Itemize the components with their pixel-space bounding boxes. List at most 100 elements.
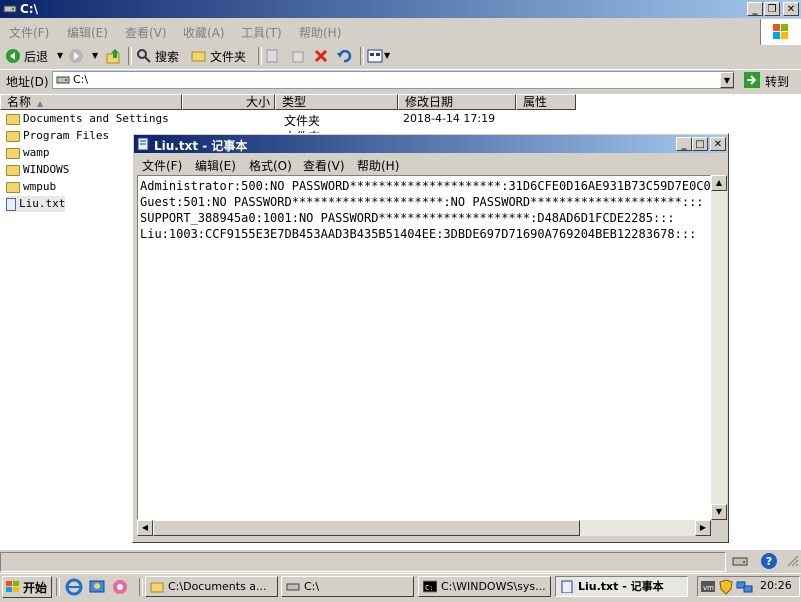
notepad-icon — [561, 580, 573, 593]
resize-grip-icon[interactable] — [785, 552, 799, 570]
file-name: WINDOWS — [23, 163, 70, 176]
copy-to-icon[interactable] — [289, 48, 305, 64]
status-bar: ? — [0, 549, 801, 574]
folder-icon — [6, 181, 20, 193]
windows-flag-icon — [773, 24, 788, 39]
file-name: Program Files — [23, 129, 110, 142]
notepad-text-area[interactable]: Administrator:500:NO PASSWORD***********… — [137, 175, 711, 520]
scroll-thumb[interactable] — [153, 520, 580, 536]
folder-icon — [6, 113, 20, 125]
explorer-title: C:\ — [20, 2, 38, 16]
notepad-icon — [137, 137, 149, 151]
address-input[interactable]: C:\ — [52, 71, 734, 89]
notepad-title-bar[interactable]: Liu.txt - 记事本 _ □ ✕ — [134, 135, 727, 153]
task-label: C:\WINDOWS\sys... — [441, 580, 546, 593]
notepad-horizontal-scrollbar[interactable]: ◀ ▶ — [137, 520, 711, 536]
scroll-up-icon[interactable]: ▲ — [711, 175, 727, 191]
forward-icon[interactable] — [68, 48, 84, 64]
notepad-minimize-button[interactable]: _ — [676, 137, 692, 151]
taskbar-item-notepad[interactable]: Liu.txt - 记事本 — [555, 576, 688, 597]
svg-text:vm: vm — [703, 584, 714, 592]
column-type-label: 类型 — [282, 95, 307, 109]
vmware-icon[interactable]: vm — [700, 579, 716, 595]
menu-file[interactable]: 文件(F) — [9, 24, 49, 41]
address-label: 地址(D) — [6, 75, 49, 89]
column-name[interactable]: 名称 ▲ — [0, 94, 182, 110]
list-item[interactable]: Documents and Settings — [6, 111, 169, 127]
text-line: Liu:1003:CCF9155E3E7DB453AAD3B435B51404E… — [140, 227, 697, 241]
undo-icon[interactable] — [336, 48, 352, 64]
svg-text:C:: C: — [425, 584, 433, 592]
explorer-title-bar[interactable]: C:\ _ ❐ ✕ — [0, 0, 801, 18]
forward-dropdown-icon[interactable]: ▼ — [92, 51, 98, 60]
close-button[interactable]: ✕ — [783, 2, 799, 16]
drive-icon — [3, 5, 17, 13]
views-icon[interactable] — [367, 48, 383, 64]
list-item[interactable]: WINDOWS — [6, 162, 69, 178]
notepad-menu-help[interactable]: 帮助(H) — [357, 157, 399, 174]
list-item[interactable]: wamp — [6, 145, 50, 161]
network-icon[interactable] — [736, 579, 754, 595]
go-label: 转到 — [765, 75, 790, 89]
menu-help[interactable]: 帮助(H) — [299, 24, 341, 41]
scroll-right-icon[interactable]: ▶ — [695, 520, 711, 536]
notepad-menu-edit[interactable]: 编辑(E) — [195, 157, 236, 174]
taskbar-item-cmd[interactable]: C: C:\WINDOWS\sys... — [418, 576, 551, 597]
notepad-menu-file[interactable]: 文件(F) — [142, 157, 182, 174]
security-shield-icon[interactable] — [718, 579, 734, 595]
drive-icon — [286, 583, 300, 591]
help-icon[interactable]: ? — [760, 552, 778, 570]
column-modified[interactable]: 修改日期 — [398, 94, 516, 110]
scroll-down-icon[interactable]: ▼ — [711, 504, 727, 520]
system-tray: vm 20:26 — [697, 576, 800, 597]
notepad-vertical-scrollbar[interactable]: ▲ ▼ — [711, 175, 727, 520]
ie-icon[interactable] — [65, 578, 83, 596]
start-button[interactable]: 开始 — [2, 576, 52, 598]
taskbar-item-c-drive[interactable]: C:\ — [281, 576, 414, 597]
views-dropdown-icon[interactable]: ▼ — [384, 51, 390, 60]
text-line: Guest:501:NO PASSWORD*******************… — [140, 195, 704, 209]
clock: 20:26 — [760, 579, 792, 592]
task-label: C:\Documents a... — [168, 580, 267, 593]
column-type[interactable]: 类型 — [275, 94, 398, 110]
folders-button[interactable]: 文件夹 — [210, 48, 246, 65]
minimize-button[interactable]: _ — [747, 2, 763, 16]
column-size[interactable]: 大小 — [182, 94, 275, 110]
menu-favorites[interactable]: 收藏(A) — [183, 24, 225, 41]
address-dropdown-button[interactable]: ▼ — [720, 72, 734, 88]
back-dropdown-icon[interactable]: ▼ — [57, 51, 63, 60]
list-item[interactable]: wmpub — [6, 179, 56, 195]
notepad-menu-bar: 文件(F) 编辑(E) 格式(O) 查看(V) 帮助(H) — [134, 155, 727, 173]
notepad-menu-view[interactable]: 查看(V) — [303, 157, 345, 174]
go-button[interactable]: 转到 — [741, 71, 795, 89]
task-label: Liu.txt - 记事本 — [578, 580, 664, 593]
text-file-icon — [6, 197, 16, 211]
notepad-menu-format[interactable]: 格式(O) — [249, 157, 292, 174]
up-folder-icon[interactable] — [106, 48, 122, 64]
list-item[interactable]: Program Files — [6, 128, 109, 144]
media-player-icon[interactable] — [111, 578, 129, 596]
column-attributes[interactable]: 属性 — [516, 94, 576, 110]
file-name: Documents and Settings — [23, 112, 169, 125]
move-to-icon[interactable] — [265, 48, 281, 64]
list-item[interactable]: Liu.txt — [6, 196, 66, 212]
search-button[interactable]: 搜索 — [155, 48, 179, 65]
cmd-icon: C: — [423, 580, 437, 593]
menu-view[interactable]: 查看(V) — [125, 24, 167, 41]
file-name: wmpub — [23, 180, 57, 193]
delete-icon[interactable] — [313, 48, 329, 64]
drive-icon — [732, 557, 748, 566]
folder-icon — [150, 582, 164, 593]
notepad-close-button[interactable]: ✕ — [710, 137, 726, 151]
restore-button[interactable]: ❐ — [764, 2, 780, 16]
notepad-maximize-button[interactable]: □ — [692, 137, 708, 151]
show-desktop-icon[interactable] — [88, 578, 106, 596]
task-label: C:\ — [304, 580, 320, 593]
folder-icon — [6, 147, 20, 159]
taskbar-item-documents[interactable]: C:\Documents a... — [145, 576, 278, 597]
back-button[interactable]: 后退 — [24, 48, 48, 65]
menu-tools[interactable]: 工具(T) — [241, 24, 282, 41]
scroll-left-icon[interactable]: ◀ — [137, 520, 153, 536]
folders-icon — [191, 51, 206, 62]
menu-edit[interactable]: 编辑(E) — [67, 24, 108, 41]
